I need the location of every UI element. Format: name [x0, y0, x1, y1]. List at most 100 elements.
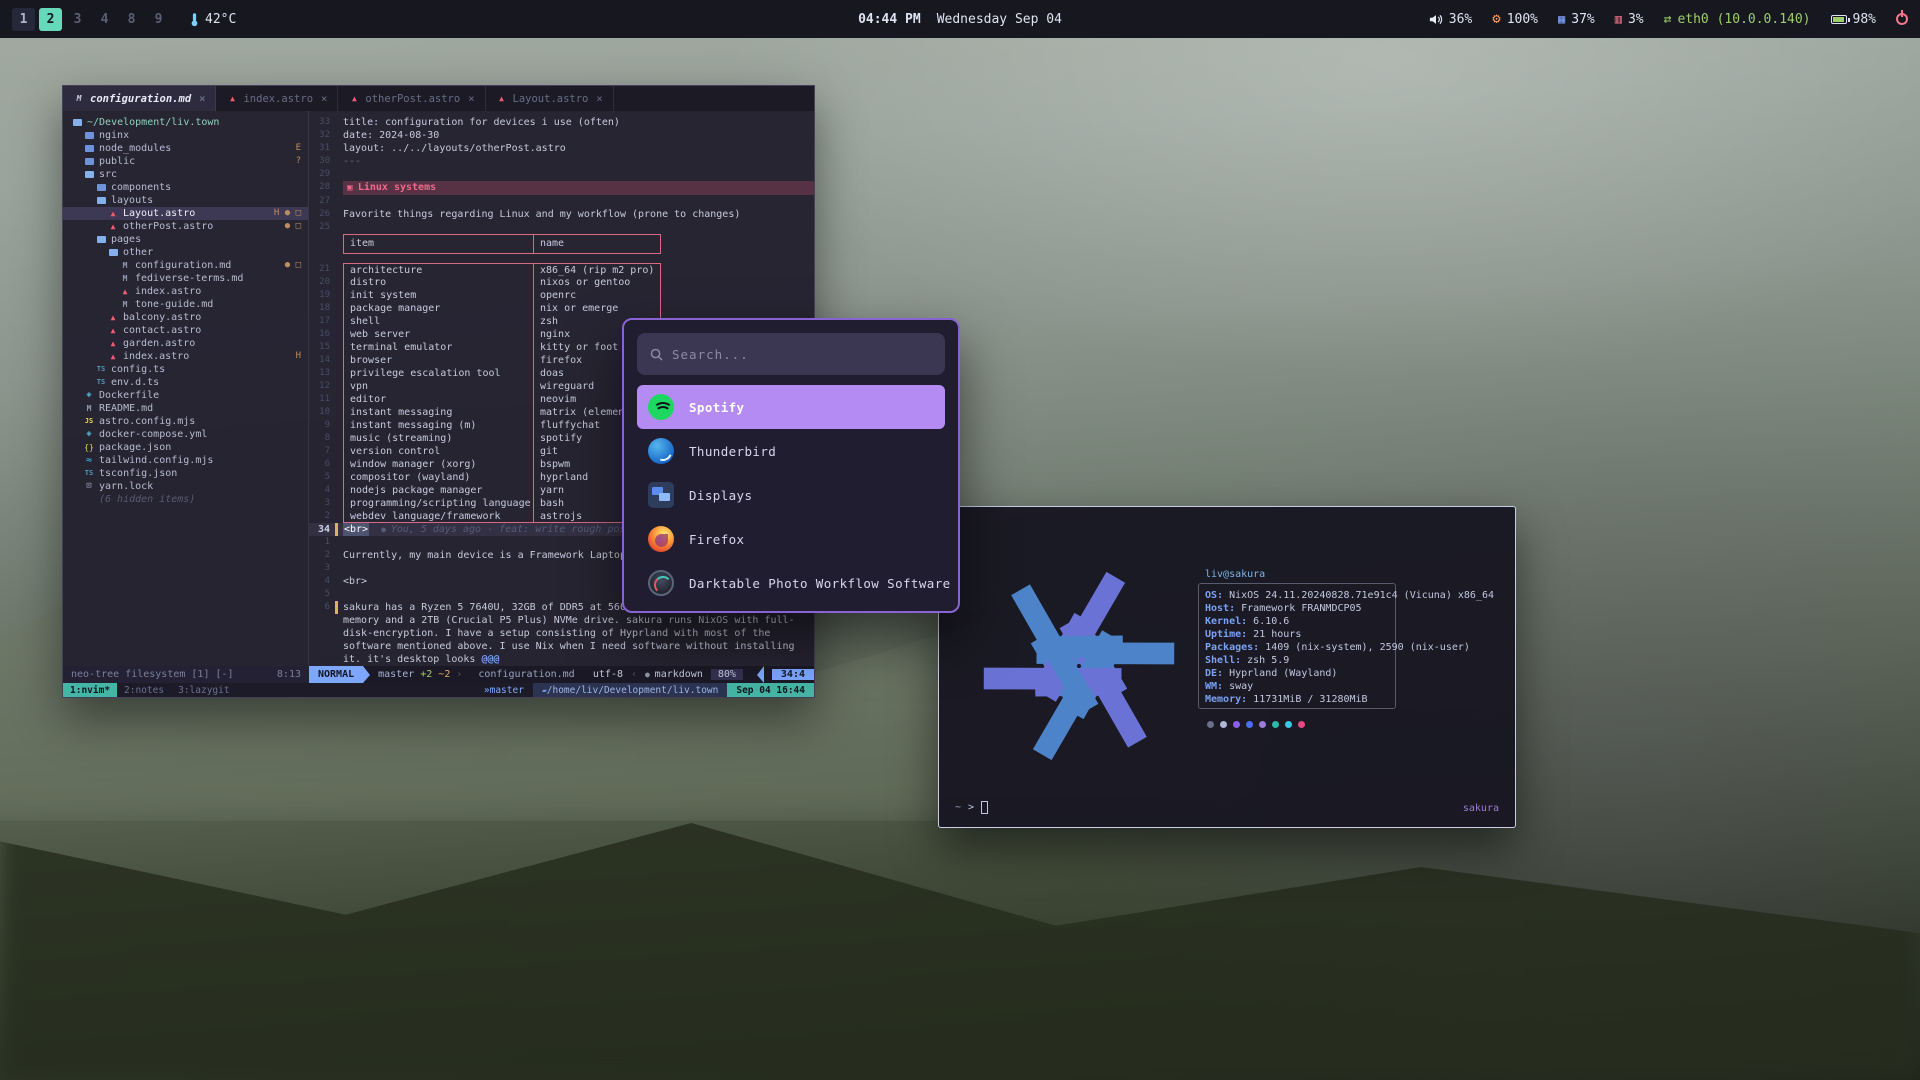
- file-tree-item[interactable]: ~/Development/liv.town: [63, 116, 308, 129]
- clock-date: Wednesday Sep 04: [937, 12, 1062, 27]
- file-tree-item[interactable]: index.astro H: [63, 350, 308, 363]
- file-tree-item[interactable]: src: [63, 168, 308, 181]
- workspace-button[interactable]: 3: [66, 8, 89, 31]
- file-tree-item[interactable]: tsconfig.json: [63, 467, 308, 480]
- line-number: 3: [309, 562, 335, 575]
- sign-column: [335, 588, 343, 601]
- file-name: nginx: [99, 129, 129, 142]
- statusline-filename: configuration.md: [470, 666, 593, 683]
- editor-tab[interactable]: configuration.md ×: [63, 86, 216, 111]
- tab-close-icon[interactable]: ×: [468, 93, 474, 105]
- file-type-icon: [83, 145, 95, 152]
- volume-module[interactable]: 36%: [1429, 12, 1472, 27]
- line-number: 7: [309, 445, 335, 458]
- line-number: 4: [309, 575, 335, 588]
- file-tree-item[interactable]: config.ts: [63, 363, 308, 376]
- shell-prompt[interactable]: ~ >: [955, 801, 988, 814]
- file-name: index.astro: [135, 285, 201, 298]
- launcher-app-item[interactable]: Thunderbird: [637, 429, 945, 473]
- file-tree-item[interactable]: balcony.astro: [63, 311, 308, 324]
- file-type-icon: [107, 249, 119, 256]
- table-cell-item: compositor (wayland): [343, 471, 533, 484]
- workspace-button[interactable]: 4: [93, 8, 116, 31]
- launcher-app-item[interactable]: Displays: [637, 473, 945, 517]
- file-tree-item[interactable]: package.json: [63, 441, 308, 454]
- workspace-button[interactable]: 8: [120, 8, 143, 31]
- file-name: contact.astro: [123, 324, 201, 337]
- tmux-window-tab[interactable]: 1:nvim*: [63, 683, 117, 697]
- neotree-cursor-position: 8:13: [277, 669, 301, 680]
- launcher-app-item[interactable]: Firefox: [637, 517, 945, 561]
- file-tree-item[interactable]: node_modules E: [63, 142, 308, 155]
- file-tree-item[interactable]: configuration.md ● □: [63, 259, 308, 272]
- cpu-icon: ▦: [1558, 12, 1565, 26]
- file-tree[interactable]: ~/Development/liv.town nginx node_module…: [63, 111, 309, 666]
- editor-tab[interactable]: otherPost.astro ×: [338, 86, 485, 111]
- launcher-search-box[interactable]: [637, 333, 945, 375]
- memory-module[interactable]: ▥ 3%: [1615, 12, 1644, 27]
- launcher-results: Spotify Thunderbird Displays Firefox Dar…: [637, 385, 945, 605]
- vim-mode-indicator: NORMAL: [309, 666, 363, 683]
- editor-tab[interactable]: index.astro ×: [216, 86, 338, 111]
- power-module[interactable]: [1896, 13, 1908, 25]
- table-cell-item: package manager: [343, 302, 533, 315]
- file-type-icon: [107, 337, 119, 350]
- prompt-path: ~: [955, 802, 961, 813]
- file-tree-item[interactable]: nginx: [63, 129, 308, 142]
- terminal-window[interactable]: liv@sakura OS: NixOS 24.11.20240828.71e9…: [938, 506, 1516, 828]
- line-text: Linux systems: [343, 181, 814, 195]
- file-tree-item[interactable]: index.astro: [63, 285, 308, 298]
- file-tree-item[interactable]: tone-guide.md: [63, 298, 308, 311]
- file-name: Dockerfile: [99, 389, 159, 402]
- file-tree-item[interactable]: otherPost.astro ● □: [63, 220, 308, 233]
- workspace-button[interactable]: 9: [147, 8, 170, 31]
- tmux-window-tab[interactable]: 2:notes: [117, 683, 171, 697]
- search-input[interactable]: [672, 347, 932, 362]
- file-name: pages: [111, 233, 141, 246]
- file-tree-item[interactable]: pages: [63, 233, 308, 246]
- file-tree-item[interactable]: other: [63, 246, 308, 259]
- tab-close-icon[interactable]: ×: [321, 93, 327, 105]
- workspace-button[interactable]: 2: [39, 8, 62, 31]
- file-tree-item[interactable]: env.d.ts: [63, 376, 308, 389]
- file-name: index.astro: [123, 350, 189, 363]
- file-tree-item[interactable]: Layout.astro H ● □: [63, 207, 308, 220]
- fastfetch-label: Uptime:: [1205, 629, 1247, 640]
- brightness-module[interactable]: ⚙ 100%: [1492, 12, 1538, 27]
- file-name: garden.astro: [123, 337, 195, 350]
- file-type-icon: [83, 132, 95, 139]
- file-tree-item[interactable]: fediverse-terms.md: [63, 272, 308, 285]
- file-tree-item[interactable]: public ?: [63, 155, 308, 168]
- table-cell-name: nixos or gentoo: [533, 276, 661, 289]
- file-tree-item[interactable]: components: [63, 181, 308, 194]
- file-tree-item[interactable]: Dockerfile: [63, 389, 308, 402]
- file-type-icon: [83, 389, 95, 402]
- file-tree-item[interactable]: contact.astro: [63, 324, 308, 337]
- tmux-datetime: Sep 04 16:44: [727, 683, 814, 697]
- battery-module[interactable]: 98%: [1831, 12, 1876, 27]
- sign-column: [335, 289, 343, 302]
- network-module[interactable]: ⇄ eth0 (10.0.0.140): [1664, 12, 1811, 27]
- workspace-button[interactable]: 1: [12, 8, 35, 31]
- file-tree-item[interactable]: layouts: [63, 194, 308, 207]
- git-status-marker: ● □: [285, 259, 301, 272]
- file-name: tsconfig.json: [99, 467, 177, 480]
- launcher-app-item[interactable]: Darktable Photo Workflow Software: [637, 561, 945, 605]
- launcher-app-item[interactable]: Spotify: [637, 385, 945, 429]
- file-tree-item[interactable]: README.md: [63, 402, 308, 415]
- file-tree-item[interactable]: astro.config.mjs: [63, 415, 308, 428]
- file-name: README.md: [99, 402, 153, 415]
- file-tree-item[interactable]: (6 hidden items): [63, 493, 308, 506]
- tab-close-icon[interactable]: ×: [596, 93, 602, 105]
- file-tree-item[interactable]: garden.astro: [63, 337, 308, 350]
- tab-close-icon[interactable]: ×: [199, 93, 205, 105]
- editor-tab[interactable]: Layout.astro ×: [486, 86, 614, 111]
- tmux-window-tab[interactable]: 3:lazygit: [171, 683, 236, 697]
- cpu-module[interactable]: ▦ 37%: [1558, 12, 1595, 27]
- file-tree-item[interactable]: tailwind.config.mjs: [63, 454, 308, 467]
- git-status-marker: H ● □: [274, 207, 301, 220]
- thermometer-icon: [190, 12, 199, 27]
- file-tree-item[interactable]: docker-compose.yml: [63, 428, 308, 441]
- file-tree-item[interactable]: yarn.lock: [63, 480, 308, 493]
- app-launcher[interactable]: Spotify Thunderbird Displays Firefox Dar…: [622, 318, 960, 613]
